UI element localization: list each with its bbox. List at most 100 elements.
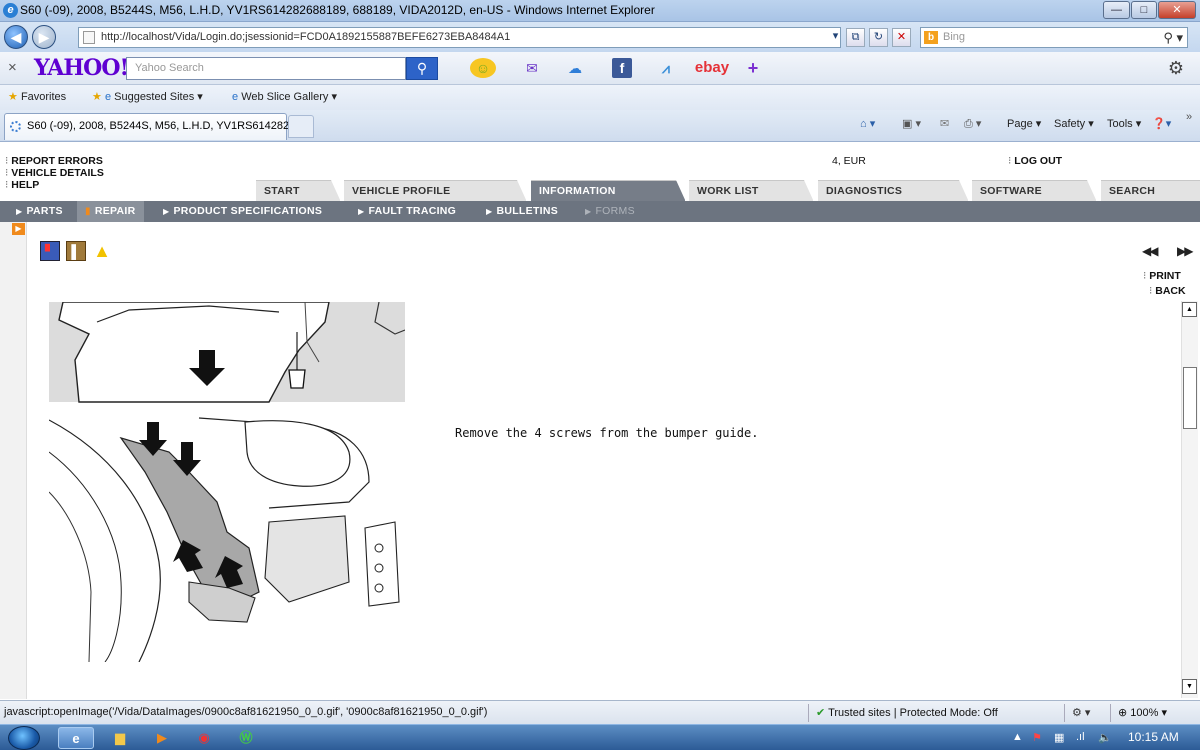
- weather-icon[interactable]: ☁: [562, 58, 588, 78]
- back-button[interactable]: ◀: [4, 25, 28, 49]
- minimize-button[interactable]: —: [1103, 1, 1130, 19]
- tray-signal-icon[interactable]: .ıl: [1076, 731, 1085, 743]
- content-scrollbar[interactable]: [1181, 301, 1198, 698]
- zoom-icon: ⊕: [1118, 707, 1128, 719]
- scroll-down-button[interactable]: ▼: [1182, 679, 1197, 694]
- safety-menu[interactable]: Safety ▾: [1054, 117, 1094, 130]
- print-icon[interactable]: ⎙ ▾: [964, 117, 981, 131]
- tab-label: DIAGNOSTICS: [826, 185, 903, 197]
- messenger-icon[interactable]: ☺: [470, 58, 496, 78]
- subtab-fault-tracing[interactable]: ▶ FAULT TRACING: [358, 201, 456, 222]
- bing-icon: b: [924, 31, 938, 44]
- print-link[interactable]: PRINT: [1143, 270, 1181, 282]
- yahoo-logo[interactable]: YAHOO!: [34, 55, 129, 81]
- add-icon[interactable]: +: [745, 58, 761, 78]
- yahoo-toolbar-close[interactable]: ×: [8, 59, 17, 76]
- web-slice-gallery-button[interactable]: e Web Slice Gallery ▾: [232, 90, 337, 103]
- taskbar-explorer[interactable]: ▆: [102, 727, 138, 749]
- favorites-bar: ★ Favorites ★ e Suggested Sites ▾ e Web …: [0, 85, 1200, 110]
- stop-button[interactable]: ✕: [892, 28, 911, 47]
- book-icon[interactable]: ▌: [66, 241, 86, 261]
- tray-flag-icon[interactable]: ⚑: [1032, 731, 1042, 744]
- scroll-up-button[interactable]: ▲: [1182, 302, 1197, 317]
- subtab-parts[interactable]: ▶ PARTS: [16, 201, 63, 222]
- tray-volume-icon[interactable]: 🔈: [1098, 731, 1112, 744]
- taskbar-internet-explorer[interactable]: e: [58, 727, 94, 749]
- new-tab-button[interactable]: [288, 115, 314, 138]
- yahoo-search-button[interactable]: ⚲: [406, 57, 438, 80]
- previous-page-button[interactable]: ◀◀: [1142, 244, 1159, 258]
- taskbar-chrome[interactable]: ◉: [186, 727, 222, 749]
- locale-currency: 4, EUR: [832, 155, 866, 167]
- web-slice-gallery-label: Web Slice Gallery ▾: [241, 91, 337, 103]
- facebook-icon[interactable]: f: [612, 58, 632, 78]
- address-input[interactable]: http://localhost/Vida/Login.do;jsessioni…: [78, 27, 841, 48]
- compat-view-button[interactable]: ⧉: [846, 28, 865, 47]
- tab-work-list[interactable]: WORK LIST: [689, 180, 814, 202]
- help-link[interactable]: HELP: [5, 179, 39, 191]
- ebay-icon[interactable]: ebay: [694, 58, 730, 78]
- favorites-button[interactable]: ★ Favorites: [8, 90, 66, 103]
- maximize-button[interactable]: □: [1131, 1, 1157, 19]
- taskbar-media-player[interactable]: ▶: [144, 727, 180, 749]
- tab-label: SEARCH: [1109, 185, 1156, 197]
- subtab-product-specifications[interactable]: ▶ PRODUCT SPECIFICATIONS: [163, 201, 322, 222]
- page-icon: [83, 31, 95, 44]
- security-zone-status[interactable]: ✔ Trusted sites | Protected Mode: Off: [816, 706, 998, 719]
- subtab-repair[interactable]: ▮ REPAIR: [77, 201, 144, 222]
- bracket-hole: [374, 543, 384, 553]
- zoom-control[interactable]: ⊕ 100% ▾: [1118, 706, 1167, 719]
- subtab-label: PARTS: [26, 205, 63, 217]
- mail-read-icon[interactable]: ✉: [940, 117, 949, 130]
- logout-link[interactable]: LOG OUT: [1008, 155, 1062, 167]
- windows-start-icon[interactable]: [8, 726, 40, 750]
- finance-icon[interactable]: ⩘: [655, 58, 677, 78]
- document-icon[interactable]: ▘: [40, 241, 60, 261]
- tab-search[interactable]: SEARCH: [1101, 180, 1200, 201]
- close-button[interactable]: ✕: [1158, 1, 1196, 19]
- tools-menu[interactable]: Tools ▾: [1107, 117, 1141, 130]
- tab-software[interactable]: SOFTWARE: [972, 180, 1097, 202]
- refresh-button[interactable]: ↻: [869, 28, 888, 47]
- back-link[interactable]: BACK: [1149, 285, 1185, 297]
- subtab-bulletins[interactable]: ▶ BULLETINS: [486, 201, 558, 222]
- report-errors-link[interactable]: REPORT ERRORS: [5, 155, 103, 167]
- next-page-button[interactable]: ▶▶: [1177, 244, 1194, 258]
- page-menu[interactable]: Page ▾: [1007, 117, 1041, 130]
- tab-vehicle-profile[interactable]: VEHICLE PROFILE: [344, 180, 527, 202]
- settings-gear-icon[interactable]: ⚙: [1166, 58, 1186, 78]
- tab-label: VEHICLE PROFILE: [352, 185, 451, 197]
- repair-illustration[interactable]: [49, 302, 405, 662]
- bracket-hole: [374, 563, 384, 573]
- security-zone-label: Trusted sites | Protected Mode: Off: [828, 707, 998, 719]
- forward-button[interactable]: ▶: [32, 25, 56, 49]
- rss-icon[interactable]: ▣ ▾: [902, 117, 921, 130]
- more-chevron-icon[interactable]: »: [1186, 111, 1192, 123]
- warning-icon[interactable]: ▲: [92, 241, 112, 261]
- scrollbar-thumb[interactable]: [1183, 367, 1197, 429]
- tab-information[interactable]: INFORMATION: [531, 180, 686, 202]
- tab-start[interactable]: START: [256, 180, 341, 202]
- tab-diagnostics[interactable]: DIAGNOSTICS: [818, 180, 969, 202]
- home-icon[interactable]: ⌂ ▾: [860, 117, 875, 130]
- triangle-right-icon: ▶: [486, 207, 493, 216]
- address-dropdown-button[interactable]: ▾: [826, 28, 845, 47]
- search-icon[interactable]: ⚲ ▾: [1163, 28, 1183, 47]
- tray-expand-icon[interactable]: ▲: [1012, 731, 1023, 743]
- help-icon[interactable]: ❓▾: [1152, 117, 1171, 130]
- tray-device-icon[interactable]: ▦: [1054, 731, 1064, 744]
- mail-icon[interactable]: ✉: [520, 58, 544, 78]
- windows-taskbar: e ▆ ▶ ◉ Ⓦ ▲ ⚑ ▦ .ıl 🔈 10:15 AM: [0, 724, 1200, 750]
- bing-search-input[interactable]: b Bing ⚲ ▾: [920, 27, 1188, 48]
- suggested-sites-button[interactable]: ★ e Suggested Sites ▾: [92, 90, 203, 103]
- tab-label: START: [264, 185, 300, 197]
- browser-tab[interactable]: S60 (-09), 2008, B5244S, M56, L.H.D, YV1…: [4, 113, 298, 140]
- vehicle-details-link[interactable]: VEHICLE DETAILS: [5, 167, 104, 179]
- expand-panel-button[interactable]: ▶: [12, 223, 25, 235]
- yahoo-search-input[interactable]: Yahoo Search: [126, 57, 406, 80]
- folder-icon: ▆: [115, 730, 125, 745]
- taskbar-clock[interactable]: 10:15 AM: [1128, 730, 1179, 744]
- zoom-level: 100%: [1130, 707, 1159, 719]
- addon-status-icon[interactable]: ⚙ ▾: [1072, 706, 1090, 719]
- taskbar-app[interactable]: Ⓦ: [228, 727, 264, 749]
